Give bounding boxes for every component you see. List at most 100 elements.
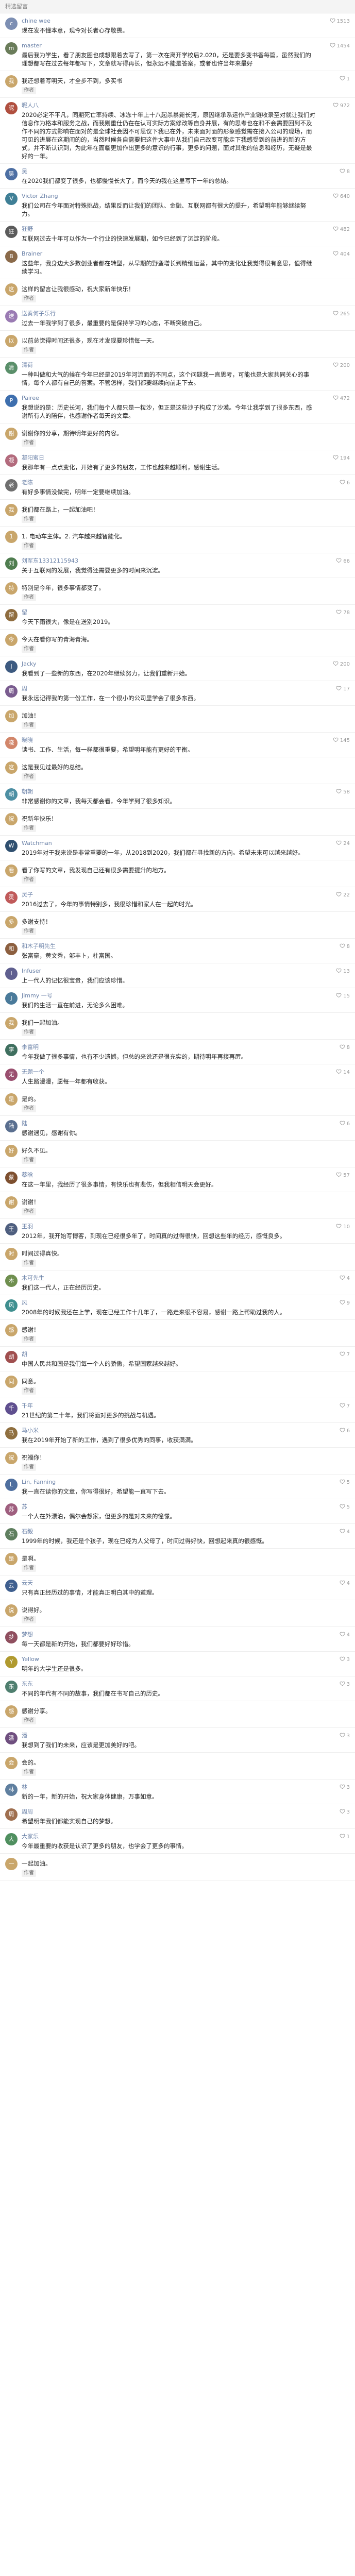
like-button[interactable]: 4 (340, 1580, 350, 1587)
like-button[interactable]: 3 (340, 1784, 350, 1791)
like-button[interactable]: 472 (333, 395, 350, 402)
comment-author-name[interactable]: 云天 (22, 1580, 317, 1587)
like-button[interactable]: 6 (340, 479, 350, 486)
avatar[interactable]: 凝 (5, 454, 18, 467)
avatar[interactable]: 老 (5, 479, 18, 492)
like-button[interactable]: 3 (340, 1808, 350, 1816)
avatar[interactable]: 梦 (5, 1631, 18, 1643)
avatar[interactable]: 大 (5, 1833, 18, 1845)
avatar[interactable]: 周 (5, 685, 18, 698)
comment-author-name[interactable]: 王羽 (22, 1223, 317, 1230)
avatar[interactable]: 这 (5, 761, 18, 774)
avatar[interactable]: 1 (5, 531, 18, 543)
like-button[interactable]: 3 (340, 1656, 350, 1663)
avatar[interactable]: 我 (5, 504, 18, 516)
avatar[interactable]: 苏 (5, 1503, 18, 1516)
avatar[interactable]: 灵 (5, 891, 18, 904)
avatar[interactable]: 王 (5, 1223, 18, 1235)
comment-author-name[interactable]: 陆 (22, 1120, 317, 1127)
comment-author-name[interactable]: 胡 (22, 1351, 317, 1358)
comment-author-name[interactable]: 留 (22, 609, 317, 616)
like-button[interactable]: 17 (336, 685, 350, 692)
avatar[interactable]: Y (5, 1656, 18, 1668)
avatar[interactable]: 云 (5, 1580, 18, 1592)
avatar[interactable]: m (5, 42, 18, 55)
comment-author-name[interactable]: 李富明 (22, 1044, 317, 1051)
comment-author-name[interactable]: 灵子 (22, 891, 317, 899)
comment-author-name[interactable]: 千年 (22, 1402, 317, 1410)
like-button[interactable]: 15 (336, 992, 350, 999)
avatar[interactable]: 昵 (5, 102, 18, 114)
avatar[interactable]: 谢 (5, 1196, 18, 1209)
comment-author-name[interactable]: master (22, 42, 317, 49)
avatar[interactable]: 狂 (5, 226, 18, 238)
avatar[interactable]: 多 (5, 916, 18, 928)
avatar[interactable]: 同 (5, 1376, 18, 1388)
comment-author-name[interactable]: Brainer (22, 250, 317, 258)
like-button[interactable]: 22 (336, 891, 350, 899)
like-button[interactable]: 78 (336, 609, 350, 616)
like-button[interactable]: 8 (340, 1044, 350, 1051)
avatar[interactable]: 清 (5, 362, 18, 374)
avatar[interactable]: 感 (5, 1324, 18, 1336)
avatar[interactable]: B (5, 250, 18, 263)
comment-author-name[interactable]: Watchman (22, 840, 317, 847)
like-button[interactable]: 1 (340, 1833, 350, 1840)
comment-author-name[interactable]: 送奏何子乐行 (22, 310, 317, 317)
comment-author-name[interactable]: Infuser (22, 968, 317, 975)
avatar[interactable]: 和 (5, 943, 18, 955)
like-button[interactable]: 1513 (330, 18, 350, 25)
avatar[interactable]: 说 (5, 1604, 18, 1617)
like-button[interactable]: 5 (340, 1479, 350, 1486)
avatar[interactable]: 谢 (5, 428, 18, 440)
like-button[interactable]: 8 (340, 943, 350, 950)
comment-author-name[interactable]: 林 (22, 1784, 317, 1791)
avatar[interactable]: 是 (5, 1093, 18, 1106)
like-button[interactable]: 640 (333, 193, 350, 200)
like-button[interactable]: 10 (336, 1223, 350, 1230)
like-button[interactable]: 13 (336, 968, 350, 975)
like-button[interactable]: 972 (333, 102, 350, 109)
like-button[interactable]: 58 (336, 788, 350, 795)
like-button[interactable]: 482 (333, 226, 350, 233)
comment-author-name[interactable]: 周 (22, 685, 317, 692)
like-button[interactable]: 24 (336, 840, 350, 847)
avatar[interactable]: 这 (5, 283, 18, 296)
avatar[interactable]: 是 (5, 1553, 18, 1565)
avatar[interactable]: 今 (5, 634, 18, 646)
like-button[interactable]: 3 (340, 1732, 350, 1739)
avatar[interactable]: 李 (5, 1044, 18, 1056)
avatar[interactable]: 马 (5, 1427, 18, 1439)
like-button[interactable]: 4 (340, 1528, 350, 1535)
avatar[interactable]: 胡 (5, 1351, 18, 1363)
comment-author-name[interactable]: 梦想 (22, 1631, 317, 1638)
avatar[interactable]: V (5, 193, 18, 205)
avatar[interactable]: 蔡 (5, 1172, 18, 1184)
like-button[interactable]: 66 (336, 557, 350, 565)
avatar[interactable]: I (5, 968, 18, 980)
like-button[interactable]: 1 (340, 75, 350, 82)
like-button[interactable]: 1454 (330, 42, 350, 49)
avatar[interactable]: 感 (5, 1705, 18, 1718)
like-button[interactable]: 4 (340, 1275, 350, 1282)
avatar[interactable]: 风 (5, 1299, 18, 1312)
avatar[interactable]: 无 (5, 1069, 18, 1081)
avatar[interactable]: 祝 (5, 813, 18, 825)
avatar[interactable]: L (5, 1479, 18, 1491)
comment-author-name[interactable]: 刘军东13312115943 (22, 557, 317, 565)
like-button[interactable]: 194 (333, 454, 350, 462)
comment-author-name[interactable]: 晓晓 (22, 737, 317, 744)
like-button[interactable]: 9 (340, 1299, 350, 1307)
comment-author-name[interactable]: 无题一个 (22, 1069, 317, 1076)
avatar[interactable]: 石 (5, 1528, 18, 1540)
avatar[interactable]: 送 (5, 310, 18, 323)
comment-author-name[interactable]: Victor Zhang (22, 193, 317, 200)
comment-author-name[interactable]: 石毅 (22, 1528, 317, 1535)
avatar[interactable]: 林 (5, 1784, 18, 1796)
like-button[interactable]: 145 (333, 737, 350, 744)
comment-author-name[interactable]: Jacky (22, 660, 317, 668)
avatar[interactable]: P (5, 395, 18, 407)
avatar[interactable]: 祝 (5, 1452, 18, 1464)
like-button[interactable]: 265 (333, 310, 350, 317)
avatar[interactable]: 潘 (5, 1732, 18, 1744)
